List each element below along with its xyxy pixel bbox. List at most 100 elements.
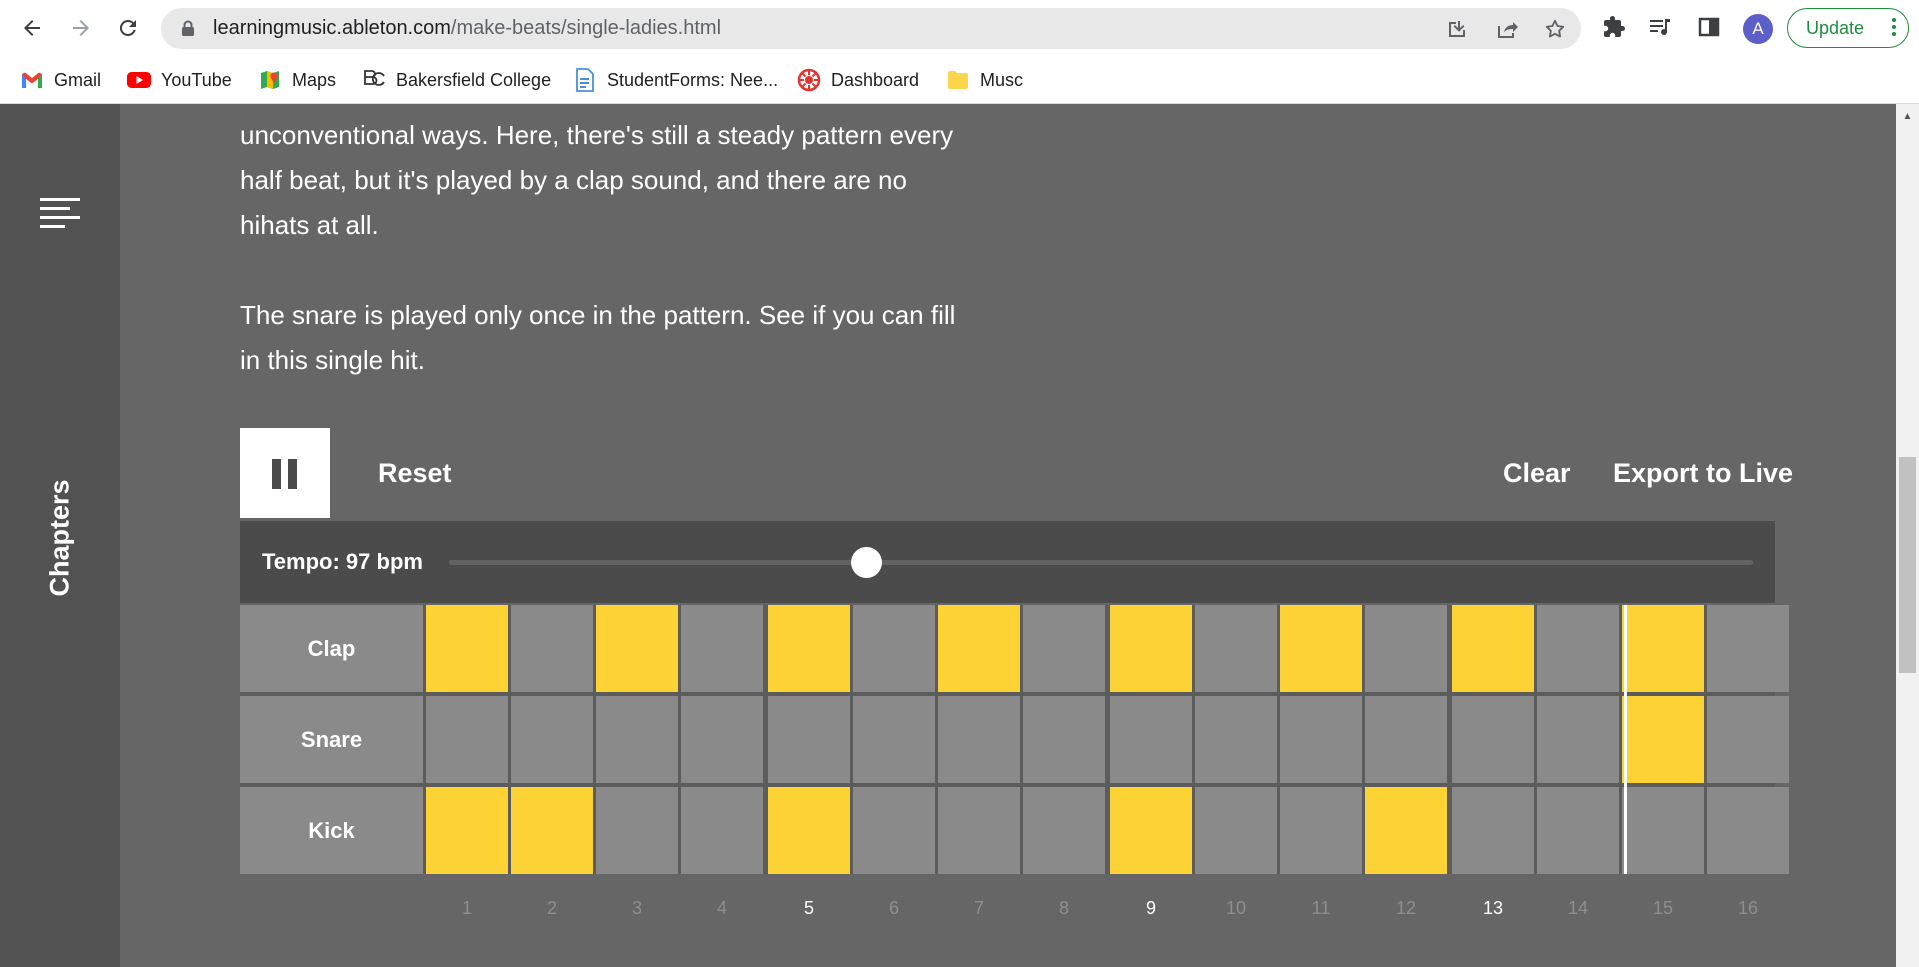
step-cell-clap-14[interactable] — [1537, 605, 1619, 692]
text-line: in this single hit. — [240, 345, 425, 375]
step-cell-clap-1[interactable] — [426, 605, 508, 692]
bookmark-studentforms[interactable]: StudentForms: Nee... — [573, 56, 778, 104]
media-control-icon[interactable] — [1645, 12, 1675, 42]
step-cell-clap-13[interactable] — [1452, 605, 1534, 692]
dashboard-icon — [797, 68, 821, 92]
step-cell-clap-11[interactable] — [1280, 605, 1362, 692]
tempo-slider-thumb[interactable] — [851, 547, 883, 578]
update-label: Update — [1806, 17, 1865, 38]
step-cell-snare-3[interactable] — [596, 696, 678, 783]
extensions-icon[interactable] — [1599, 12, 1629, 42]
step-number: 9 — [1145, 898, 1156, 918]
step-cell-kick-8[interactable] — [1023, 787, 1105, 874]
step-number: 3 — [631, 898, 642, 918]
step-cell-kick-2[interactable] — [511, 787, 593, 874]
step-cell-snare-8[interactable] — [1023, 696, 1105, 783]
side-panel-icon[interactable] — [1694, 12, 1724, 42]
bookmark-bakersfield[interactable]: Bakersfield College — [362, 56, 551, 104]
step-cell-kick-9[interactable] — [1110, 787, 1192, 874]
step-cell-clap-9[interactable] — [1110, 605, 1192, 692]
step-cell-snare-14[interactable] — [1537, 696, 1619, 783]
step-cell-clap-10[interactable] — [1195, 605, 1277, 692]
row-label-clap: Clap — [240, 605, 423, 692]
step-cell-clap-3[interactable] — [596, 605, 678, 692]
pause-icon — [272, 459, 281, 489]
chapters-toggle[interactable]: Chapters — [45, 479, 76, 596]
bookmark-youtube[interactable]: YouTube — [127, 56, 232, 104]
step-cell-kick-3[interactable] — [596, 787, 678, 874]
step-cell-kick-10[interactable] — [1195, 787, 1277, 874]
step-cell-kick-11[interactable] — [1280, 787, 1362, 874]
bookmark-label: YouTube — [161, 69, 232, 90]
step-cell-snare-1[interactable] — [426, 696, 508, 783]
step-cell-snare-9[interactable] — [1110, 696, 1192, 783]
forward-icon[interactable] — [63, 10, 99, 46]
step-cell-snare-11[interactable] — [1280, 696, 1362, 783]
step-cell-kick-1[interactable] — [426, 787, 508, 874]
back-icon[interactable] — [14, 10, 50, 46]
step-number: 16 — [1737, 898, 1759, 918]
url-text[interactable]: learningmusic.ableton.com/make-beats/sin… — [213, 8, 721, 49]
bookmark-star-icon[interactable] — [1543, 17, 1567, 41]
step-cell-clap-4[interactable] — [681, 605, 763, 692]
tempo-slider-track[interactable] — [449, 560, 1753, 565]
scroll-up-arrow-icon[interactable]: ▲ — [1896, 104, 1919, 128]
step-cell-snare-7[interactable] — [938, 696, 1020, 783]
reload-icon[interactable] — [110, 10, 146, 46]
step-cell-kick-15[interactable] — [1622, 787, 1704, 874]
page-scrollbar[interactable]: ▲ — [1896, 104, 1919, 967]
step-cell-clap-8[interactable] — [1023, 605, 1105, 692]
step-cell-clap-16[interactable] — [1707, 605, 1789, 692]
step-cell-kick-5[interactable] — [768, 787, 850, 874]
playhead — [1624, 605, 1627, 874]
step-number: 13 — [1482, 898, 1504, 918]
step-cell-kick-7[interactable] — [938, 787, 1020, 874]
step-cell-kick-16[interactable] — [1707, 787, 1789, 874]
step-cell-kick-12[interactable] — [1365, 787, 1447, 874]
menu-icon[interactable] — [40, 192, 80, 232]
step-cell-snare-5[interactable] — [768, 696, 850, 783]
bookmark-folder-musc[interactable]: Musc — [946, 56, 1023, 104]
bookmark-gmail[interactable]: Gmail — [20, 56, 101, 104]
bookmark-label: Bakersfield College — [396, 69, 552, 90]
export-to-live-button[interactable]: Export to Live — [1613, 448, 1793, 498]
folder-icon — [946, 68, 970, 92]
maps-icon — [258, 68, 282, 92]
step-cell-snare-16[interactable] — [1707, 696, 1789, 783]
lesson-paragraph: The snare is played only once in the pat… — [240, 293, 1000, 383]
step-cell-kick-4[interactable] — [681, 787, 763, 874]
text-line: The snare is played only once in the pat… — [240, 300, 956, 330]
step-cell-clap-2[interactable] — [511, 605, 593, 692]
reset-button[interactable]: Reset — [378, 448, 452, 498]
address-bar[interactable]: learningmusic.ableton.com/make-beats/sin… — [161, 8, 1581, 49]
more-menu-icon[interactable] — [1892, 18, 1896, 36]
step-cell-snare-15[interactable] — [1622, 696, 1704, 783]
step-cell-snare-13[interactable] — [1452, 696, 1534, 783]
scrollbar-thumb[interactable] — [1899, 457, 1916, 673]
step-cell-snare-6[interactable] — [853, 696, 935, 783]
step-cell-clap-5[interactable] — [768, 605, 850, 692]
install-app-icon[interactable] — [1445, 17, 1469, 41]
pause-button[interactable] — [240, 428, 330, 518]
step-cell-snare-10[interactable] — [1195, 696, 1277, 783]
step-cell-snare-4[interactable] — [681, 696, 763, 783]
profile-avatar[interactable]: A — [1743, 14, 1773, 44]
step-cell-clap-7[interactable] — [938, 605, 1020, 692]
bookmark-maps[interactable]: Maps — [258, 56, 336, 104]
step-cell-snare-12[interactable] — [1365, 696, 1447, 783]
step-cell-clap-15[interactable] — [1622, 605, 1704, 692]
step-number: 14 — [1567, 898, 1589, 918]
clear-button[interactable]: Clear — [1503, 448, 1571, 498]
step-cell-kick-14[interactable] — [1537, 787, 1619, 874]
step-cell-clap-6[interactable] — [853, 605, 935, 692]
update-button[interactable]: Update — [1787, 8, 1909, 48]
bookmark-dashboard[interactable]: Dashboard — [797, 56, 919, 104]
step-cell-kick-6[interactable] — [853, 787, 935, 874]
lock-icon[interactable] — [181, 20, 195, 42]
step-sequencer-grid: Clap Snare Kick — [240, 605, 1789, 874]
step-cell-snare-2[interactable] — [511, 696, 593, 783]
pause-icon-bar — [288, 459, 297, 489]
step-cell-kick-13[interactable] — [1452, 787, 1534, 874]
share-icon[interactable] — [1495, 17, 1519, 41]
step-cell-clap-12[interactable] — [1365, 605, 1447, 692]
